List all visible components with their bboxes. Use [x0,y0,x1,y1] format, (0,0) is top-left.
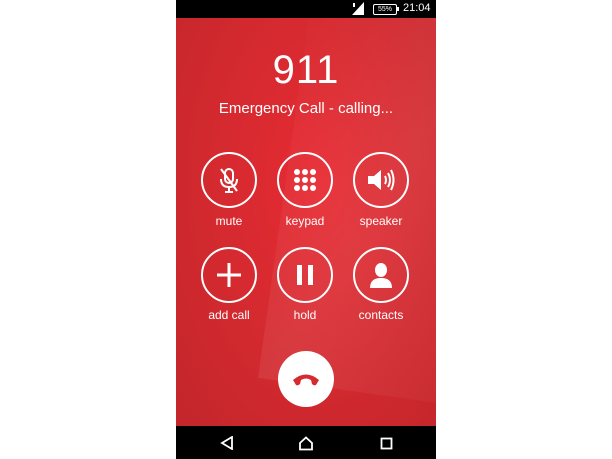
call-number: 911 [272,48,340,92]
add-call-button[interactable] [201,247,257,303]
pause-icon [297,265,313,285]
call-status: Emergency Call - calling... [218,100,394,117]
navigation-bar [176,426,436,459]
keypad-label: keypad [285,214,325,228]
mute-label: mute [215,214,243,228]
contact-person-icon [370,263,392,288]
end-call-button[interactable] [278,351,334,407]
home-button[interactable] [297,434,315,452]
back-icon [220,436,233,450]
plus-icon [217,263,241,287]
battery-level: 55% [377,6,392,13]
contacts-button[interactable] [353,247,409,303]
keypad-button[interactable] [277,152,333,208]
speaker-button[interactable] [353,152,409,208]
speaker-label: speaker [359,214,403,228]
add-call-label: add call [208,308,250,322]
speaker-icon [368,169,395,191]
battery-tip [397,7,399,11]
home-icon [299,435,313,450]
end-call-handset-icon [293,374,319,386]
mute-microphone-icon [220,168,238,193]
signal-icon [352,2,364,15]
hold-button[interactable] [277,247,333,303]
keypad-icon [294,169,316,191]
phone-frame: 55% 21:04 911 Emergency Call - calling..… [176,0,436,459]
mute-button[interactable] [201,152,257,208]
call-screen: 911 Emergency Call - calling... mute key… [176,18,436,426]
recents-icon [380,437,392,449]
contacts-label: contacts [358,308,404,322]
recents-button[interactable] [377,434,395,452]
status-time: 21:04 [403,2,431,14]
hold-label: hold [293,308,317,322]
status-bar: 55% 21:04 [176,0,436,18]
back-button[interactable] [218,434,236,452]
battery-icon: 55% [373,4,397,15]
